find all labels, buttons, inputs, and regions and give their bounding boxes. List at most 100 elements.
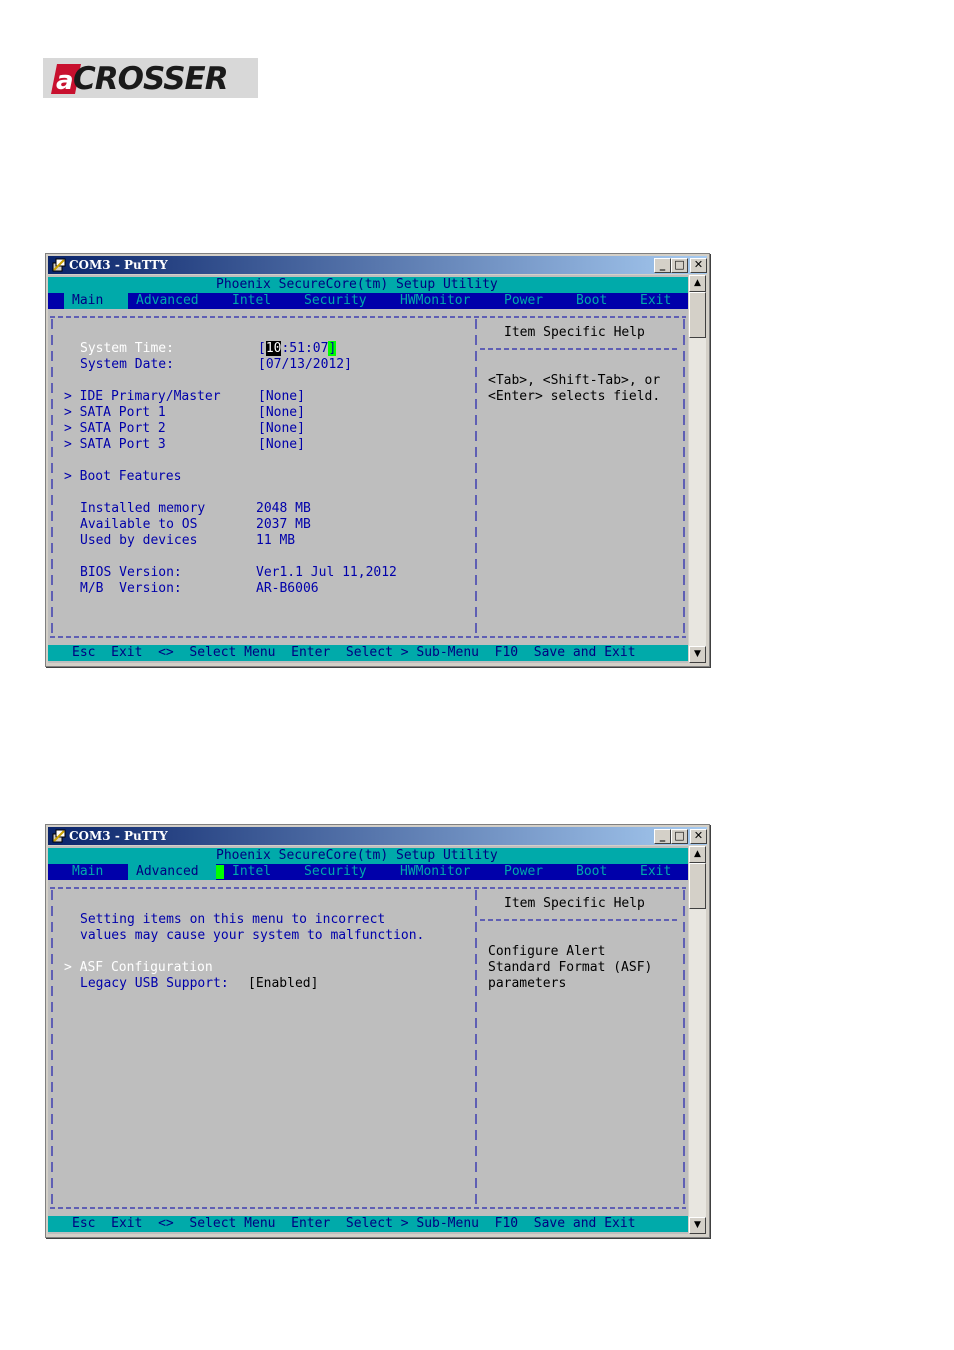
- tab-advanced[interactable]: Advanced: [136, 293, 199, 309]
- mb-version-value: AR-B6006: [256, 581, 319, 596]
- title-bar[interactable]: COM3 - PuTTY _ □ ✕: [48, 827, 707, 845]
- warning-line-1: Setting items on this menu to incorrect: [48, 912, 688, 928]
- system-time-row[interactable]: System Time: [10:51:07]: [48, 341, 688, 357]
- help-line-1: Configure Alert: [48, 944, 688, 960]
- window-title: COM3 - PuTTY: [69, 258, 168, 272]
- scroll-thumb[interactable]: [689, 292, 706, 338]
- bios-header-bar: Phoenix SecureCore(tm) Setup Utility: [48, 848, 688, 864]
- footer-keys: Esc Exit <> Select Menu Enter Select > S…: [72, 645, 636, 660]
- maximize-icon: □: [674, 829, 685, 842]
- sata-port-3-row[interactable]: > SATA Port 3 [None]: [48, 437, 688, 453]
- tab-main[interactable]: Main: [64, 293, 128, 309]
- available-os-label: Available to OS: [80, 517, 198, 532]
- time-hour-field[interactable]: 10: [265, 341, 282, 356]
- svg-text:a: a: [56, 66, 74, 96]
- mb-version-label: M/B Version:: [80, 581, 182, 596]
- tab-advanced[interactable]: Advanced: [128, 864, 216, 880]
- bios-version-label: BIOS Version:: [80, 565, 182, 580]
- maximize-button[interactable]: □: [671, 829, 688, 844]
- close-icon: ✕: [693, 258, 704, 271]
- tab-intel[interactable]: Intel: [232, 864, 271, 880]
- warning-text-1: Setting items on this menu to incorrect: [80, 912, 386, 927]
- bios-version-value: Ver1.1 Jul 11,2012: [256, 565, 397, 580]
- minimize-button[interactable]: _: [654, 258, 671, 273]
- help-text-1: <Tab>, <Shift-Tab>, or: [488, 373, 661, 388]
- bios-version-row: BIOS Version: Ver1.1 Jul 11,2012: [48, 565, 688, 581]
- tab-exit[interactable]: Exit: [640, 293, 671, 309]
- close-icon: ✕: [693, 829, 704, 842]
- cursor-block: [216, 865, 224, 879]
- help-line-2: <Enter> selects field.: [48, 389, 688, 405]
- help-title-row: Item Specific Help: [48, 896, 688, 912]
- help-line-3: parameters: [48, 976, 688, 992]
- footer-keys: Esc Exit <> Select Menu Enter Select > S…: [72, 1216, 636, 1231]
- tab-main[interactable]: Main: [72, 864, 103, 880]
- putty-window-advanced[interactable]: COM3 - PuTTY _ □ ✕ Phoenix SecureCore(tm…: [45, 824, 710, 1238]
- time-bracket-close: ]: [328, 341, 337, 356]
- used-devices-row: Used by devices 11 MB: [48, 533, 688, 549]
- minimize-button[interactable]: _: [654, 829, 671, 844]
- putty-window-main[interactable]: COM3 - PuTTY _ □ ✕ Phoenix SecureCore(tm…: [45, 253, 710, 667]
- sata-port-2-row[interactable]: > SATA Port 2 [None]: [48, 421, 688, 437]
- scroll-up-button[interactable]: ▲: [689, 846, 706, 863]
- bios-header-title: Phoenix SecureCore(tm) Setup Utility: [216, 848, 498, 863]
- sata-port-2-value: [None]: [258, 421, 305, 436]
- title-bar[interactable]: COM3 - PuTTY _ □ ✕: [48, 256, 707, 274]
- tab-intel[interactable]: Intel: [232, 293, 271, 309]
- bios-header-bar: Phoenix SecureCore(tm) Setup Utility: [48, 277, 688, 293]
- tab-hwmonitor[interactable]: HWMonitor: [400, 293, 470, 309]
- maximize-button[interactable]: □: [671, 258, 688, 273]
- system-date-row[interactable]: System Date: [07/13/2012]: [48, 357, 688, 373]
- terminal-screen[interactable]: Phoenix SecureCore(tm) Setup Utility Mai…: [48, 275, 688, 663]
- close-button[interactable]: ✕: [690, 258, 707, 273]
- scroll-thumb[interactable]: [689, 863, 706, 909]
- arrow-down-icon: ▼: [694, 649, 701, 659]
- help-line-1: <Tab>, <Shift-Tab>, or: [48, 373, 688, 389]
- boot-features-row[interactable]: > Boot Features: [48, 469, 688, 485]
- time-rest-field[interactable]: :51:07: [281, 341, 328, 356]
- available-os-value: 2037 MB: [256, 517, 311, 532]
- logo-text: CROSSER: [73, 61, 229, 97]
- arrow-down-icon: ▼: [694, 1220, 701, 1230]
- terminal-screen[interactable]: Phoenix SecureCore(tm) Setup Utility Mai…: [48, 846, 688, 1234]
- bios-header-title: Phoenix SecureCore(tm) Setup Utility: [216, 277, 498, 292]
- boot-features-label: > Boot Features: [64, 469, 182, 484]
- tab-boot[interactable]: Boot: [576, 864, 607, 880]
- tab-boot[interactable]: Boot: [576, 293, 607, 309]
- putty-icon: [52, 258, 66, 272]
- available-os-row: Available to OS 2037 MB: [48, 517, 688, 533]
- tab-exit[interactable]: Exit: [640, 864, 671, 880]
- scroll-down-button[interactable]: ▼: [689, 646, 706, 663]
- sata-port-1-value: [None]: [258, 405, 305, 420]
- bios-menu-bar: Main Advanced Intel Security HWMonitor P…: [48, 293, 688, 309]
- warning-text-2: values may cause your system to malfunct…: [80, 928, 425, 943]
- scrollbar[interactable]: ▲ ▼: [689, 846, 706, 1234]
- putty-icon: [52, 829, 66, 843]
- help-text-1: Configure Alert: [488, 944, 606, 959]
- sata-port-1-row[interactable]: > SATA Port 1 [None]: [48, 405, 688, 421]
- scrollbar[interactable]: ▲ ▼: [689, 275, 706, 663]
- help-text-3: parameters: [488, 976, 567, 991]
- tab-power[interactable]: Power: [504, 864, 543, 880]
- help-title: Item Specific Help: [504, 325, 645, 340]
- mb-version-row: M/B Version: AR-B6006: [48, 581, 688, 597]
- system-date-label: System Date:: [80, 357, 174, 372]
- scroll-up-button[interactable]: ▲: [689, 275, 706, 292]
- scroll-down-button[interactable]: ▼: [689, 1217, 706, 1234]
- tab-power[interactable]: Power: [504, 293, 543, 309]
- sata-port-3-value: [None]: [258, 437, 305, 452]
- help-text-2: <Enter> selects field.: [488, 389, 661, 404]
- bios-menu-bar: Main Advanced Intel Security HWMonitor P…: [48, 864, 688, 880]
- close-button[interactable]: ✕: [690, 829, 707, 844]
- tab-security[interactable]: Security: [304, 293, 367, 309]
- installed-memory-label: Installed memory: [80, 501, 206, 516]
- tab-hwmonitor[interactable]: HWMonitor: [400, 864, 470, 880]
- tab-security[interactable]: Security: [304, 864, 367, 880]
- acrosser-logo: a CROSSER: [43, 58, 258, 98]
- system-date-value[interactable]: [07/13/2012]: [258, 357, 352, 373]
- arrow-up-icon: ▲: [694, 849, 701, 859]
- arrow-up-icon: ▲: [694, 278, 701, 288]
- bios-footer-bar: Esc Exit <> Select Menu Enter Select > S…: [48, 645, 688, 661]
- help-line-2: Standard Format (ASF): [48, 960, 688, 976]
- maximize-icon: □: [674, 258, 685, 271]
